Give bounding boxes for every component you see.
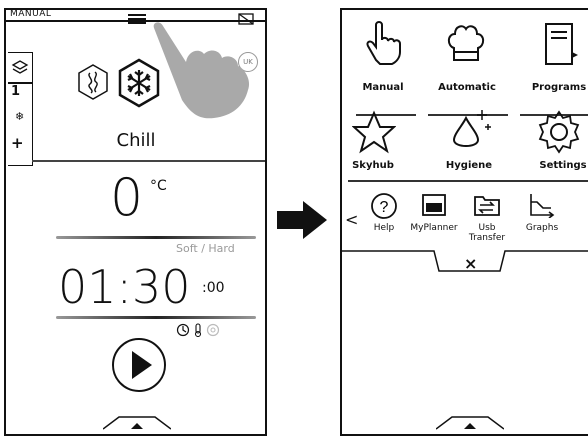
chef-hat-icon[interactable]: [445, 22, 487, 70]
manual-hand-icon[interactable]: [362, 20, 402, 72]
skyhub-star-icon[interactable]: [351, 110, 397, 158]
cycle-icon[interactable]: [206, 322, 220, 341]
tool-myplanner-label[interactable]: MyPlanner: [404, 223, 464, 233]
clock-icon[interactable]: [176, 322, 190, 341]
menu-icon[interactable]: [126, 10, 148, 24]
row2-divider: [348, 180, 588, 182]
pointing-hand-icon: [148, 20, 258, 120]
layers-tab[interactable]: [8, 52, 33, 84]
mode-label: MANUAL: [10, 9, 52, 19]
temperature-unit: °C: [150, 178, 167, 194]
menu-item-manual[interactable]: Manual: [340, 82, 426, 93]
time-value[interactable]: 01:30: [58, 262, 191, 312]
myplanner-icon[interactable]: [422, 194, 446, 220]
menu-item-automatic[interactable]: Automatic: [424, 82, 510, 93]
svg-text:?: ?: [380, 199, 389, 216]
probe-icon[interactable]: [192, 322, 204, 341]
snowflake-small-icon: ❄: [15, 110, 25, 123]
divider: [32, 160, 265, 162]
settings-gear-icon[interactable]: [537, 110, 581, 158]
layers-icon: [11, 60, 29, 74]
programs-book-icon[interactable]: [542, 22, 582, 72]
graphs-icon[interactable]: [527, 194, 555, 222]
time-seconds: :00: [202, 280, 225, 296]
right-screen: Manual Automatic Programs Skyhub Hygiene…: [340, 8, 588, 436]
close-icon[interactable]: ×: [464, 254, 477, 273]
temperature-value[interactable]: 0: [110, 172, 143, 224]
row1-divider: [342, 102, 588, 116]
program-name: Chill: [116, 130, 156, 151]
time-gauge: [56, 316, 256, 319]
menu-item-settings[interactable]: Settings: [520, 160, 588, 171]
menu-item-programs[interactable]: Programs: [516, 82, 588, 93]
pull-up-handle[interactable]: [435, 415, 505, 435]
tool-graphs-label[interactable]: Graphs: [512, 223, 572, 233]
add-phase-button[interactable]: +: [11, 134, 24, 152]
tool-usb-transfer-label[interactable]: Usb Transfer: [457, 223, 517, 243]
help-icon[interactable]: ?: [370, 192, 398, 224]
phase-tab-1[interactable]: 1: [11, 84, 20, 99]
usb-transfer-icon[interactable]: [474, 194, 500, 220]
menu-item-hygiene[interactable]: Hygiene: [426, 160, 512, 171]
temperature-gauge: [56, 236, 256, 239]
start-button[interactable]: [112, 338, 166, 392]
temp-mode-label[interactable]: Soft / Hard: [176, 242, 235, 255]
defrost-hexagon-icon[interactable]: [75, 62, 111, 106]
pull-up-handle[interactable]: [102, 415, 172, 435]
play-icon: [132, 351, 152, 379]
transition-arrow-icon: [275, 200, 329, 240]
hygiene-drop-icon[interactable]: [450, 106, 494, 158]
menu-item-skyhub[interactable]: Skyhub: [330, 160, 416, 171]
